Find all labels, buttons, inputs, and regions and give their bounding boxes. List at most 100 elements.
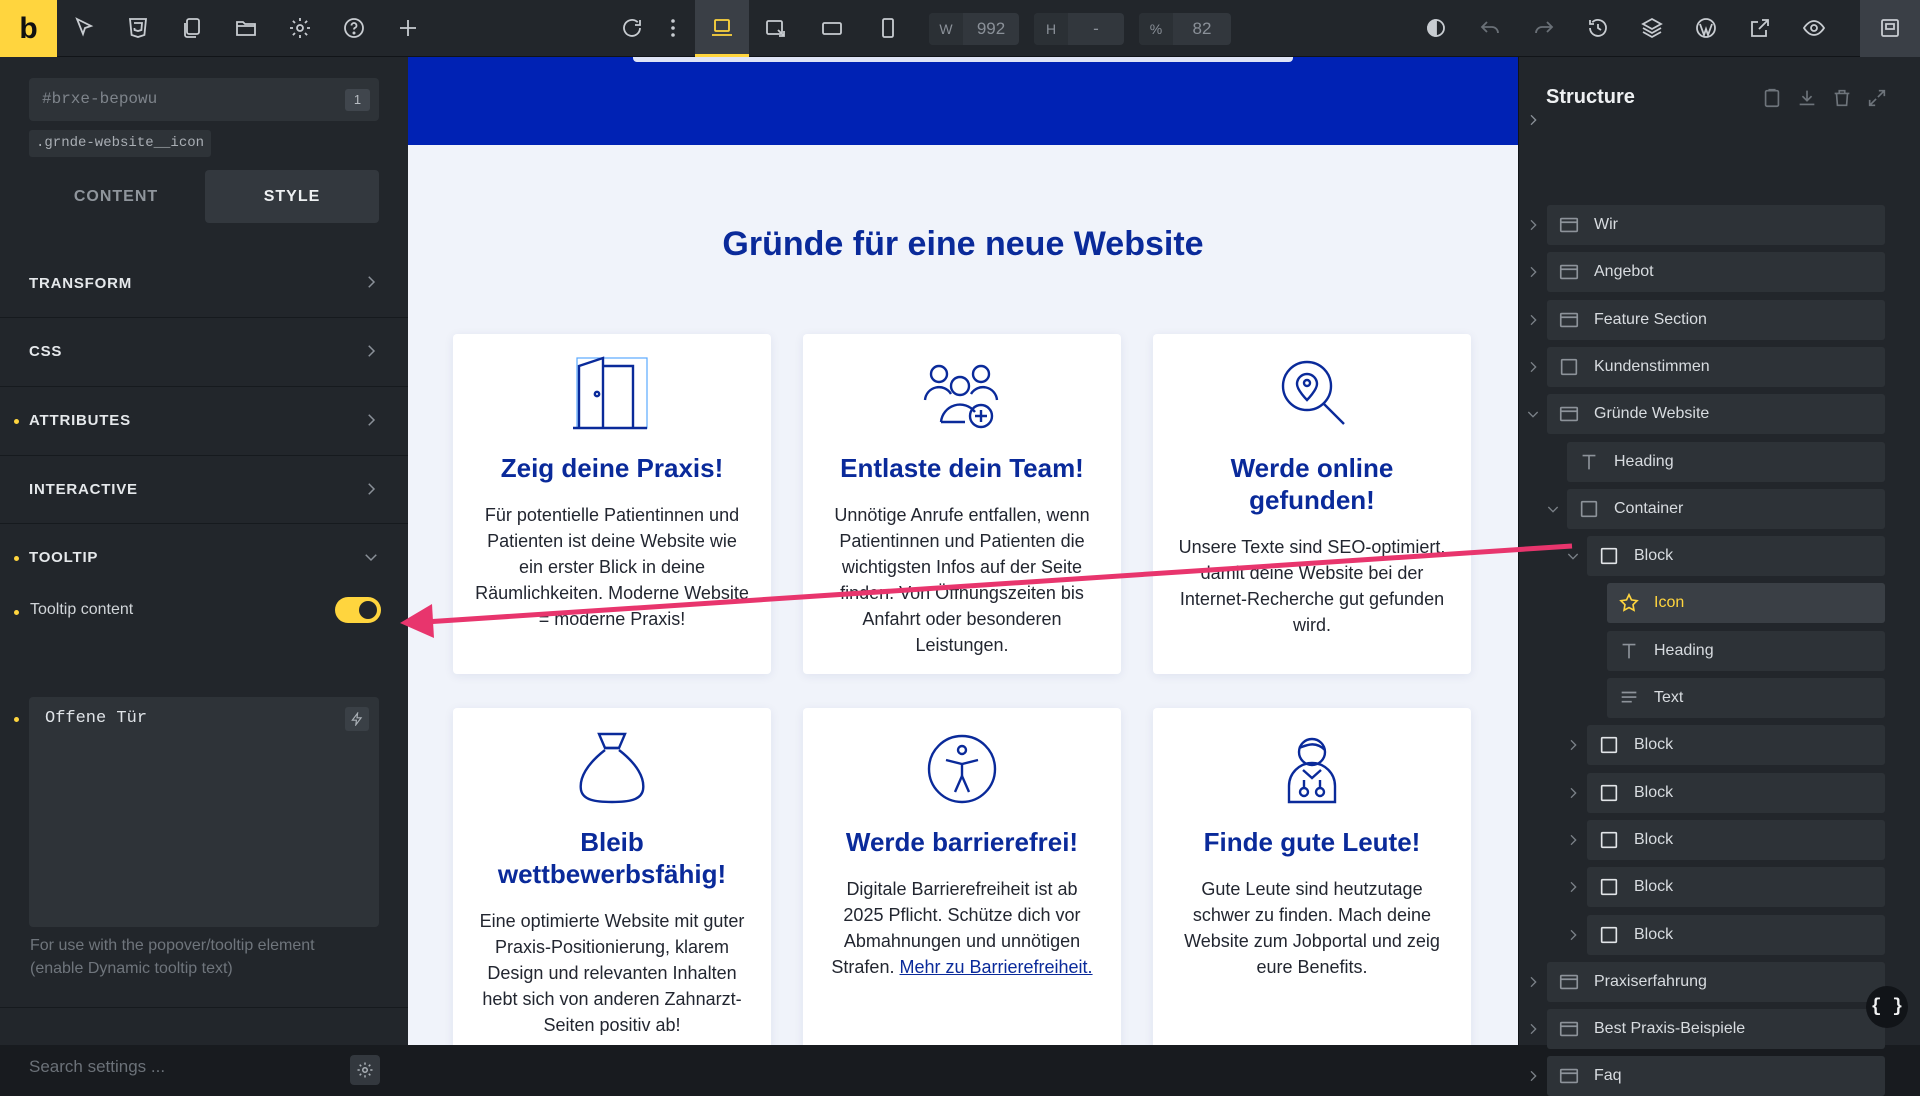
structure-item-block[interactable]: Block [1587,867,1885,908]
chevron-down-icon[interactable] [1565,548,1581,564]
section-attributes[interactable]: ATTRIBUTES [0,386,408,454]
card-title[interactable]: Werde online gefunden! [1171,452,1453,516]
height-value[interactable]: - [1068,19,1124,39]
chevron-right-icon[interactable] [1525,264,1541,280]
structure-item-wir[interactable]: Wir [1547,205,1885,245]
element-selector-input[interactable]: #brxe-bepowu 1 [29,78,379,121]
reason-card[interactable]: Bleib wettbewerbsfähig! Eine optimierte … [453,708,771,1045]
canvas-scale-input[interactable]: % 82 [1139,13,1231,45]
card-text[interactable]: Unnötige Anrufe entfallen, wenn Patienti… [825,502,1099,658]
layers-icon[interactable] [1638,14,1666,42]
card-title[interactable]: Werde barrierefrei! [821,826,1103,858]
chevron-down-icon[interactable] [1525,406,1541,422]
builder-canvas[interactable]: Gründe für eine neue Website Zeig deine … [408,57,1518,1045]
structure-item-angebot[interactable]: Angebot [1547,252,1885,293]
chevron-right-icon[interactable] [1525,359,1541,375]
structure-item-icon[interactable]: Icon [1607,583,1885,624]
select-cursor-icon[interactable] [70,14,98,42]
css-class-chip[interactable]: .grnde-website__icon [29,130,212,157]
structure-item-heading[interactable]: Heading [1567,441,1885,482]
card-text[interactable]: Für potentielle Patientinnen und Patient… [475,502,749,632]
structure-item-block[interactable]: Block [1587,914,1885,955]
laptop-icon[interactable] [708,14,736,42]
reason-card[interactable]: Werde online gefunden! Unsere Texte sind… [1153,334,1471,674]
external-link-icon[interactable] [1746,14,1774,42]
accessibility-link[interactable]: Mehr zu Barrierefreiheit. [899,957,1092,977]
bricks-logo[interactable]: b [0,0,57,57]
panel-layout-icon[interactable] [1876,14,1904,42]
structure-item-block[interactable]: Block [1587,536,1885,577]
chevron-right-icon[interactable] [1525,1068,1541,1084]
card-title[interactable]: Zeig deine Praxis! [471,452,753,484]
card-text[interactable]: Digitale Barrierefreiheit ist ab 2025 Pf… [825,876,1099,980]
card-text[interactable]: Eine optimierte Website mit guter Praxis… [475,908,749,1038]
chevron-right-icon[interactable] [1525,217,1541,233]
reason-card[interactable]: Zeig deine Praxis! Für potentielle Patie… [453,334,771,674]
clipboard-icon[interactable] [1761,87,1783,109]
structure-item-best-praxis-beispiele[interactable]: Best Praxis-Beispiele [1547,1009,1885,1050]
add-element-icon[interactable] [394,14,422,42]
preview-eye-icon[interactable] [1800,14,1828,42]
help-icon[interactable] [340,14,368,42]
structure-item-faq[interactable]: Faq [1547,1056,1885,1096]
tablet-icon[interactable] [818,14,846,42]
section-heading[interactable]: Gründe für eine neue Website [408,225,1518,264]
people-icon[interactable] [1269,726,1355,812]
structure-item-gründe-website[interactable]: Gründe Website [1547,394,1885,435]
card-text[interactable]: Gute Leute sind heutzutage schwer zu fin… [1175,876,1449,980]
card-title[interactable]: Finde gute Leute! [1171,826,1453,858]
structure-item-kundenstimmen[interactable]: Kundenstimmen [1547,346,1885,387]
accessibility-icon[interactable] [919,726,1005,812]
section-transform[interactable]: TRANSFORM [0,249,408,317]
hero-section[interactable] [408,57,1518,145]
scale-value[interactable]: 82 [1173,19,1231,39]
structure-item-block[interactable]: Block [1587,819,1885,860]
search-settings-gear-icon[interactable] [350,1055,380,1085]
canvas-height-input[interactable]: H - [1034,13,1124,45]
tooltip-content-toggle[interactable] [335,597,381,623]
team-add-icon[interactable] [919,352,1005,438]
more-vertical-icon[interactable] [659,14,687,42]
structure-item-block[interactable]: Block [1587,772,1885,813]
reason-card[interactable]: Werde barrierefrei! Digitale Barrierefre… [803,708,1121,1045]
chevron-right-icon[interactable] [1525,1021,1541,1037]
redo-icon[interactable] [1530,14,1558,42]
undo-icon[interactable] [1476,14,1504,42]
trash-icon[interactable] [1831,87,1853,109]
chevron-right-icon[interactable] [1565,832,1581,848]
chevron-right-icon[interactable] [1565,785,1581,801]
canvas-width-input[interactable]: W 992 [929,13,1019,45]
chevron-right-icon[interactable] [1565,927,1581,943]
download-icon[interactable] [1796,87,1818,109]
chevron-down-icon[interactable] [1545,501,1561,517]
structure-item-heading[interactable]: Heading [1607,630,1885,671]
structure-item-feature-section[interactable]: Feature Section [1547,299,1885,340]
width-value[interactable]: 992 [963,19,1019,39]
css3-shield-icon[interactable] [124,14,152,42]
chevron-right-icon[interactable] [1525,312,1541,328]
section-tooltip[interactable]: TOOLTIP [0,523,408,591]
reload-icon[interactable] [618,14,646,42]
card-title[interactable]: Bleib wettbewerbsfähig! [471,826,753,890]
history-icon[interactable] [1584,14,1612,42]
structure-item-text[interactable]: Text [1607,678,1885,718]
card-title[interactable]: Entlaste dein Team! [821,452,1103,484]
mobile-icon[interactable] [874,14,902,42]
folder-icon[interactable] [232,14,260,42]
structure-item-praxiserfahrung[interactable]: Praxiserfahrung [1547,961,1885,1002]
chevron-right-icon[interactable] [1565,879,1581,895]
reason-card[interactable]: Finde gute Leute! Gute Leute sind heutzu… [1153,708,1471,1045]
settings-gear-icon[interactable] [286,14,314,42]
code-button[interactable]: { } [1866,986,1908,1028]
pages-icon[interactable] [178,14,206,42]
wordpress-icon[interactable] [1692,14,1720,42]
chevron-right-icon[interactable] [1525,974,1541,990]
tab-style[interactable]: STYLE [205,170,379,223]
reason-card[interactable]: Entlaste dein Team! Unnötige Anrufe entf… [803,334,1121,674]
contrast-icon[interactable] [1422,14,1450,42]
section-interactive[interactable]: INTERACTIVE [0,455,408,523]
tooltip-text-textarea[interactable]: Offene Tür [29,697,379,927]
expand-icon[interactable] [1866,87,1888,109]
structure-item-block[interactable]: Block [1587,725,1885,766]
money-bag-icon[interactable] [569,726,655,812]
